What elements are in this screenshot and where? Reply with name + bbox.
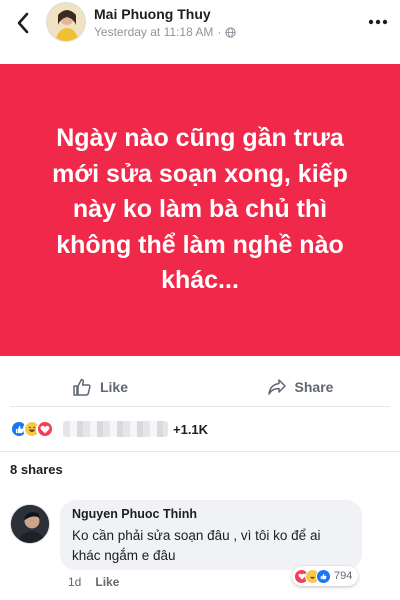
comment-author[interactable]: Nguyen Phuoc Thinh (72, 507, 350, 521)
comment-like-button[interactable]: Like (95, 575, 119, 589)
post-timestamp[interactable]: Yesterday at 11:18 AM (94, 25, 213, 39)
like-reaction-icon (316, 568, 331, 584)
post-text: Ngày nào cũng gần trưa mới sửa soạn xong… (52, 124, 348, 295)
divider (10, 406, 390, 407)
divider (0, 451, 400, 452)
author-avatar[interactable] (46, 2, 86, 42)
comment-reactions[interactable]: 794 (292, 566, 359, 586)
thumbs-up-icon (73, 378, 91, 396)
share-button[interactable]: Share (200, 368, 400, 406)
more-options-button[interactable] (364, 10, 392, 34)
comment-text: Ko cần phải sửa soạn đâu , vì tôi ko để … (72, 528, 321, 563)
globe-icon (225, 26, 237, 38)
comment-time[interactable]: 1d (68, 575, 81, 589)
comment-reaction-count: 794 (334, 570, 353, 582)
reaction-count: +1.1K (173, 421, 209, 437)
author-name[interactable]: Mai Phuong Thuy (94, 6, 211, 22)
post-content: Ngày nào cũng gần trưa mới sửa soạn xong… (0, 64, 400, 356)
love-reaction-icon (36, 420, 54, 438)
more-dots-icon (368, 19, 388, 25)
avatar-image (47, 3, 85, 41)
share-label: Share (294, 379, 334, 395)
like-label: Like (99, 379, 128, 395)
post-meta: Yesterday at 11:18 AM · (94, 25, 237, 39)
like-button[interactable]: Like (0, 368, 200, 406)
post-header: Mai Phuong Thuy Yesterday at 11:18 AM · (0, 0, 400, 62)
comment-bubble: Nguyen Phuoc Thinh Ko cần phải sửa soạn … (60, 500, 362, 570)
reactions-summary[interactable]: +1.1K (10, 418, 208, 440)
commenter-avatar-image (11, 505, 49, 543)
meta-separator: · (217, 25, 222, 39)
back-button[interactable] (8, 8, 38, 38)
share-arrow-icon (267, 379, 286, 395)
post-actions: Like Share (0, 368, 400, 406)
comment-footer: 1d Like (68, 575, 119, 589)
chevron-left-icon (17, 12, 29, 34)
commenter-avatar[interactable] (10, 504, 50, 544)
shares-count[interactable]: 8 shares (10, 462, 63, 477)
blurred-names (63, 421, 168, 437)
